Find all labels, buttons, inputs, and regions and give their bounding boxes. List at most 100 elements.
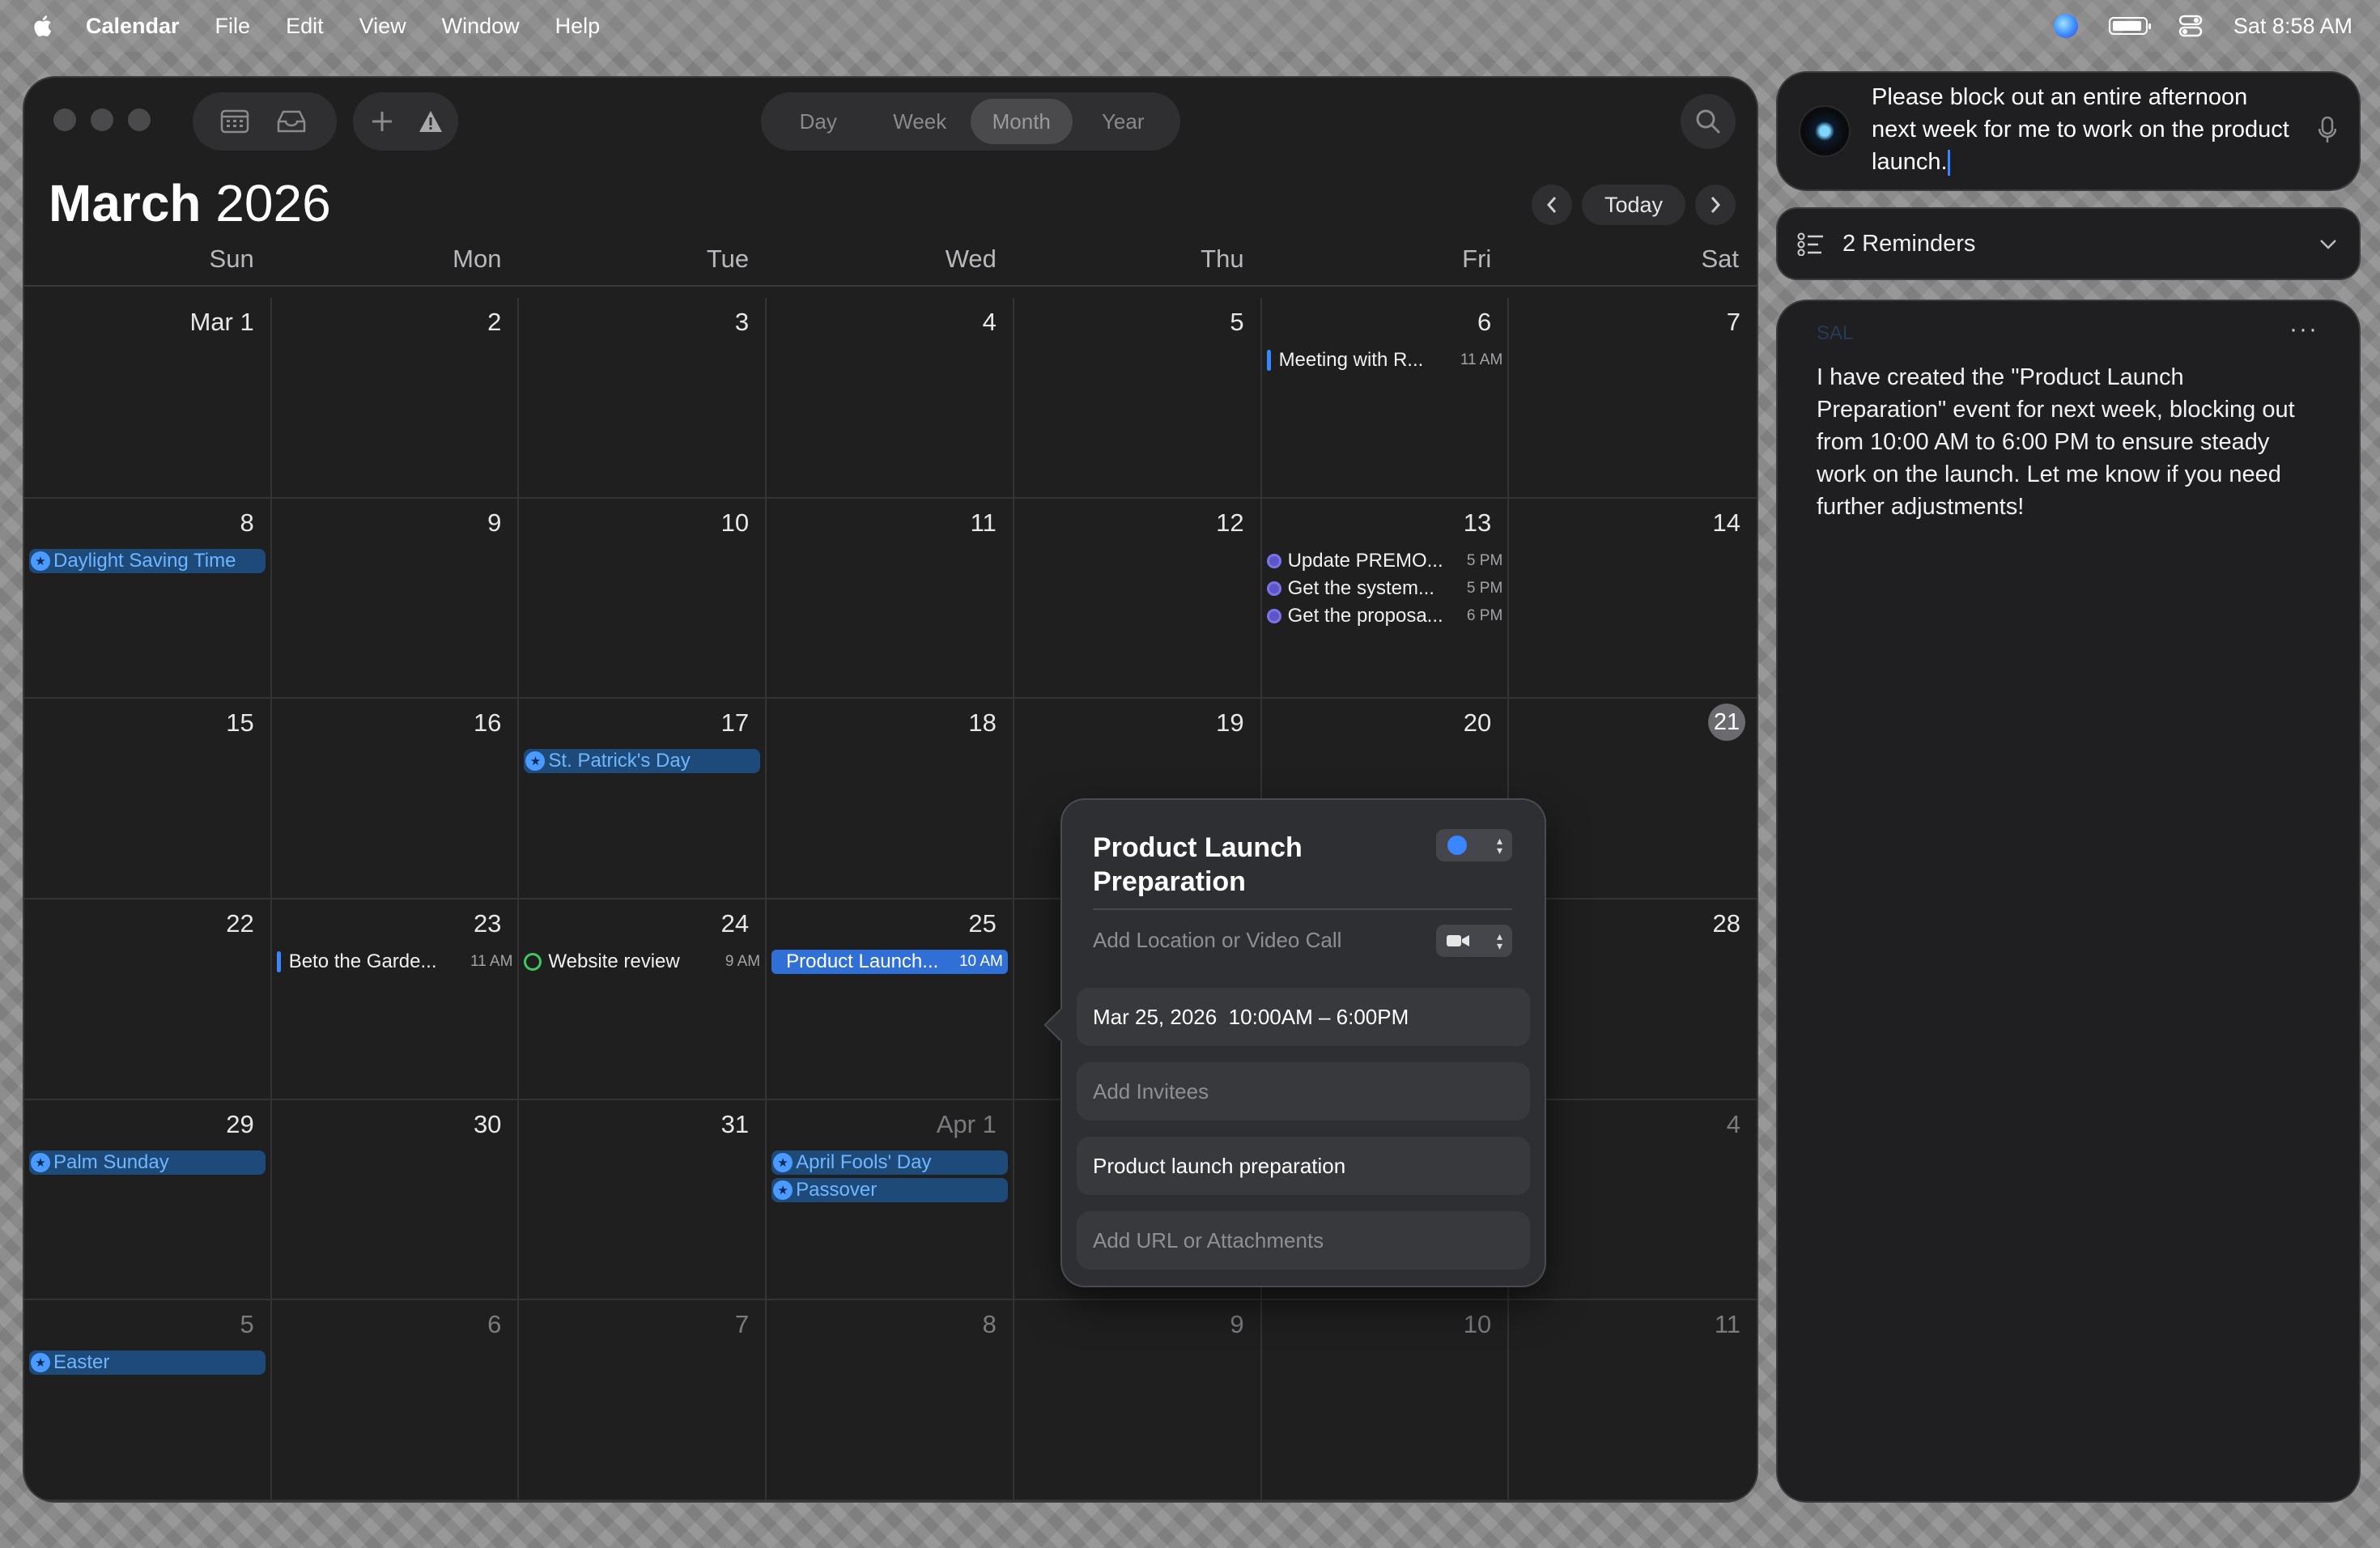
day-cell[interactable]: 7	[519, 1300, 767, 1501]
day-cell[interactable]: 11	[767, 498, 1014, 700]
day-cell[interactable]: Mar 1	[24, 298, 272, 499]
add-alert-group	[353, 92, 458, 151]
menu-window[interactable]: Window	[442, 14, 520, 39]
day-cell[interactable]: 29 ★ Palm Sunday	[24, 1099, 272, 1301]
date-time-field[interactable]: Mar 25, 2026 10:00AM – 6:00PM	[1077, 988, 1530, 1046]
event-meeting[interactable]: Meeting with R... 11 AM	[1266, 348, 1502, 372]
zoom-button[interactable]	[128, 108, 151, 131]
day-cell[interactable]: 8	[767, 1300, 1014, 1501]
day-cell[interactable]: 5 ★ Easter	[24, 1300, 272, 1501]
apple-icon[interactable]	[31, 13, 57, 39]
search-button[interactable]	[1681, 94, 1736, 149]
close-button[interactable]	[53, 108, 76, 131]
chevron-right-icon	[1711, 197, 1721, 213]
day-cell[interactable]: 6	[271, 1300, 520, 1501]
notes-field[interactable]: Product launch preparation	[1077, 1137, 1530, 1195]
control-center-icon[interactable]	[2178, 15, 2203, 37]
prompt-input[interactable]: Please block out an entire afternoon nex…	[1872, 81, 2293, 178]
event-title-field[interactable]: Product Launch Preparation	[1093, 831, 1417, 899]
day-cell[interactable]: 10	[1261, 1300, 1510, 1501]
event-title: Palm Sunday	[53, 1150, 169, 1173]
location-field[interactable]: Add Location or Video Call	[1093, 928, 1341, 953]
event-product-launch[interactable]: Product Launch... 10 AM	[771, 950, 1008, 974]
day-cell[interactable]: 13 Update PREMO... 5 PM Get the system...…	[1261, 498, 1510, 700]
day-cell[interactable]: 17 ★ St. Patrick's Day	[519, 699, 767, 899]
view-week-button[interactable]: Week	[869, 99, 971, 144]
next-month-button[interactable]	[1695, 185, 1736, 225]
menu-help[interactable]: Help	[555, 14, 601, 39]
holiday-star-icon: ★	[773, 1180, 793, 1200]
day-cell[interactable]: 5	[1014, 298, 1262, 499]
day-cell[interactable]: 3	[519, 298, 767, 499]
day-cell[interactable]: 31	[519, 1099, 767, 1301]
microphone-icon[interactable]	[2318, 117, 2336, 144]
minimize-button[interactable]	[91, 108, 113, 131]
reminders-summary[interactable]: 2 Reminders	[1778, 209, 2359, 279]
reminder-get-system[interactable]: Get the system... 5 PM	[1266, 576, 1502, 601]
view-month-button[interactable]: Month	[971, 99, 1073, 144]
day-cell[interactable]: 10	[519, 498, 767, 700]
day-cell[interactable]: 24 Website review 9 AM	[519, 899, 767, 1100]
day-cell[interactable]: 2	[271, 298, 520, 499]
siri-icon[interactable]	[2053, 14, 2078, 38]
previous-month-button[interactable]	[1531, 185, 1572, 225]
assistant-prompt-box[interactable]: Please block out an entire afternoon nex…	[1778, 73, 2359, 189]
calendar-list-button[interactable]	[210, 97, 259, 146]
day-number: 12	[1216, 508, 1244, 537]
day-cell[interactable]: 21	[1509, 699, 1757, 899]
day-cell[interactable]: 28	[1509, 899, 1757, 1100]
day-cell[interactable]: 14	[1509, 499, 1757, 700]
day-cell[interactable]: 6 Meeting with R... 11 AM	[1261, 298, 1510, 499]
day-cell[interactable]: 16	[271, 699, 520, 899]
view-year-button[interactable]: Year	[1073, 99, 1175, 144]
day-cell[interactable]: 8 ★ Daylight Saving Time	[24, 498, 272, 700]
day-number: 18	[968, 708, 997, 738]
text-caret	[1947, 150, 1950, 176]
day-cell[interactable]: 4	[1509, 1100, 1757, 1301]
today-button[interactable]: Today	[1581, 185, 1685, 225]
day-cell[interactable]: 9	[1014, 1300, 1262, 1501]
event-daylight-saving[interactable]: ★ Daylight Saving Time	[29, 548, 266, 573]
menu-app-name[interactable]: Calendar	[86, 14, 180, 39]
day-number: 6	[487, 1310, 502, 1339]
day-cell[interactable]: 15	[24, 699, 272, 899]
day-cell[interactable]: 7	[1509, 298, 1757, 499]
menu-clock[interactable]: Sat 8:58 AM	[2233, 14, 2352, 39]
day-cell[interactable]: 25 Product Launch... 10 AM	[767, 899, 1014, 1100]
day-number: 29	[226, 1109, 254, 1138]
event-beto[interactable]: Beto the Garde... 11 AM	[276, 950, 512, 974]
calendar-list-icon	[220, 109, 249, 134]
event-april-fools[interactable]: ★ April Fools' Day	[771, 1150, 1008, 1175]
day-cell[interactable]: 30	[271, 1099, 520, 1301]
menu-edit[interactable]: Edit	[286, 14, 324, 39]
day-cell[interactable]: 12	[1014, 498, 1262, 700]
day-cell[interactable]: 23 Beto the Garde... 11 AM	[271, 899, 520, 1100]
day-cell[interactable]: Apr 1 ★ April Fools' Day ★ Passover	[767, 1099, 1014, 1301]
alert-button[interactable]	[406, 97, 455, 146]
day-cell[interactable]: 4	[767, 298, 1014, 499]
day-cell[interactable]: 18	[767, 699, 1014, 899]
video-call-picker[interactable]: ▴ ▾	[1436, 925, 1512, 957]
reminder-update[interactable]: Update PREMO... 5 PM	[1266, 549, 1502, 573]
day-cell[interactable]: 11	[1509, 1300, 1757, 1501]
url-attachments-field[interactable]: Add URL or Attachments	[1077, 1211, 1530, 1269]
event-easter[interactable]: ★ Easter	[29, 1350, 266, 1376]
event-website-review[interactable]: Website review 9 AM	[524, 950, 760, 974]
event-title: Beto the Garde...	[288, 950, 437, 972]
event-st-patricks[interactable]: ★ St. Patrick's Day	[524, 749, 761, 774]
view-day-button[interactable]: Day	[767, 99, 869, 144]
holiday-star-icon: ★	[773, 1152, 793, 1172]
more-options-button[interactable]: ···	[2289, 316, 2318, 343]
day-cell[interactable]: 22	[24, 899, 272, 1100]
day-cell[interactable]: 9	[271, 498, 520, 700]
invitees-field[interactable]: Add Invitees	[1077, 1062, 1530, 1121]
menu-file[interactable]: File	[215, 14, 251, 39]
add-event-button[interactable]	[358, 97, 406, 146]
calendar-color-picker[interactable]: ▴ ▾	[1436, 829, 1512, 861]
menu-view[interactable]: View	[359, 14, 406, 39]
inbox-button[interactable]	[267, 97, 316, 146]
event-palm-sunday[interactable]: ★ Palm Sunday	[29, 1150, 266, 1175]
event-passover[interactable]: ★ Passover	[771, 1177, 1008, 1202]
reminder-get-proposal[interactable]: Get the proposa... 6 PM	[1266, 604, 1502, 628]
battery-icon[interactable]	[2108, 17, 2151, 35]
